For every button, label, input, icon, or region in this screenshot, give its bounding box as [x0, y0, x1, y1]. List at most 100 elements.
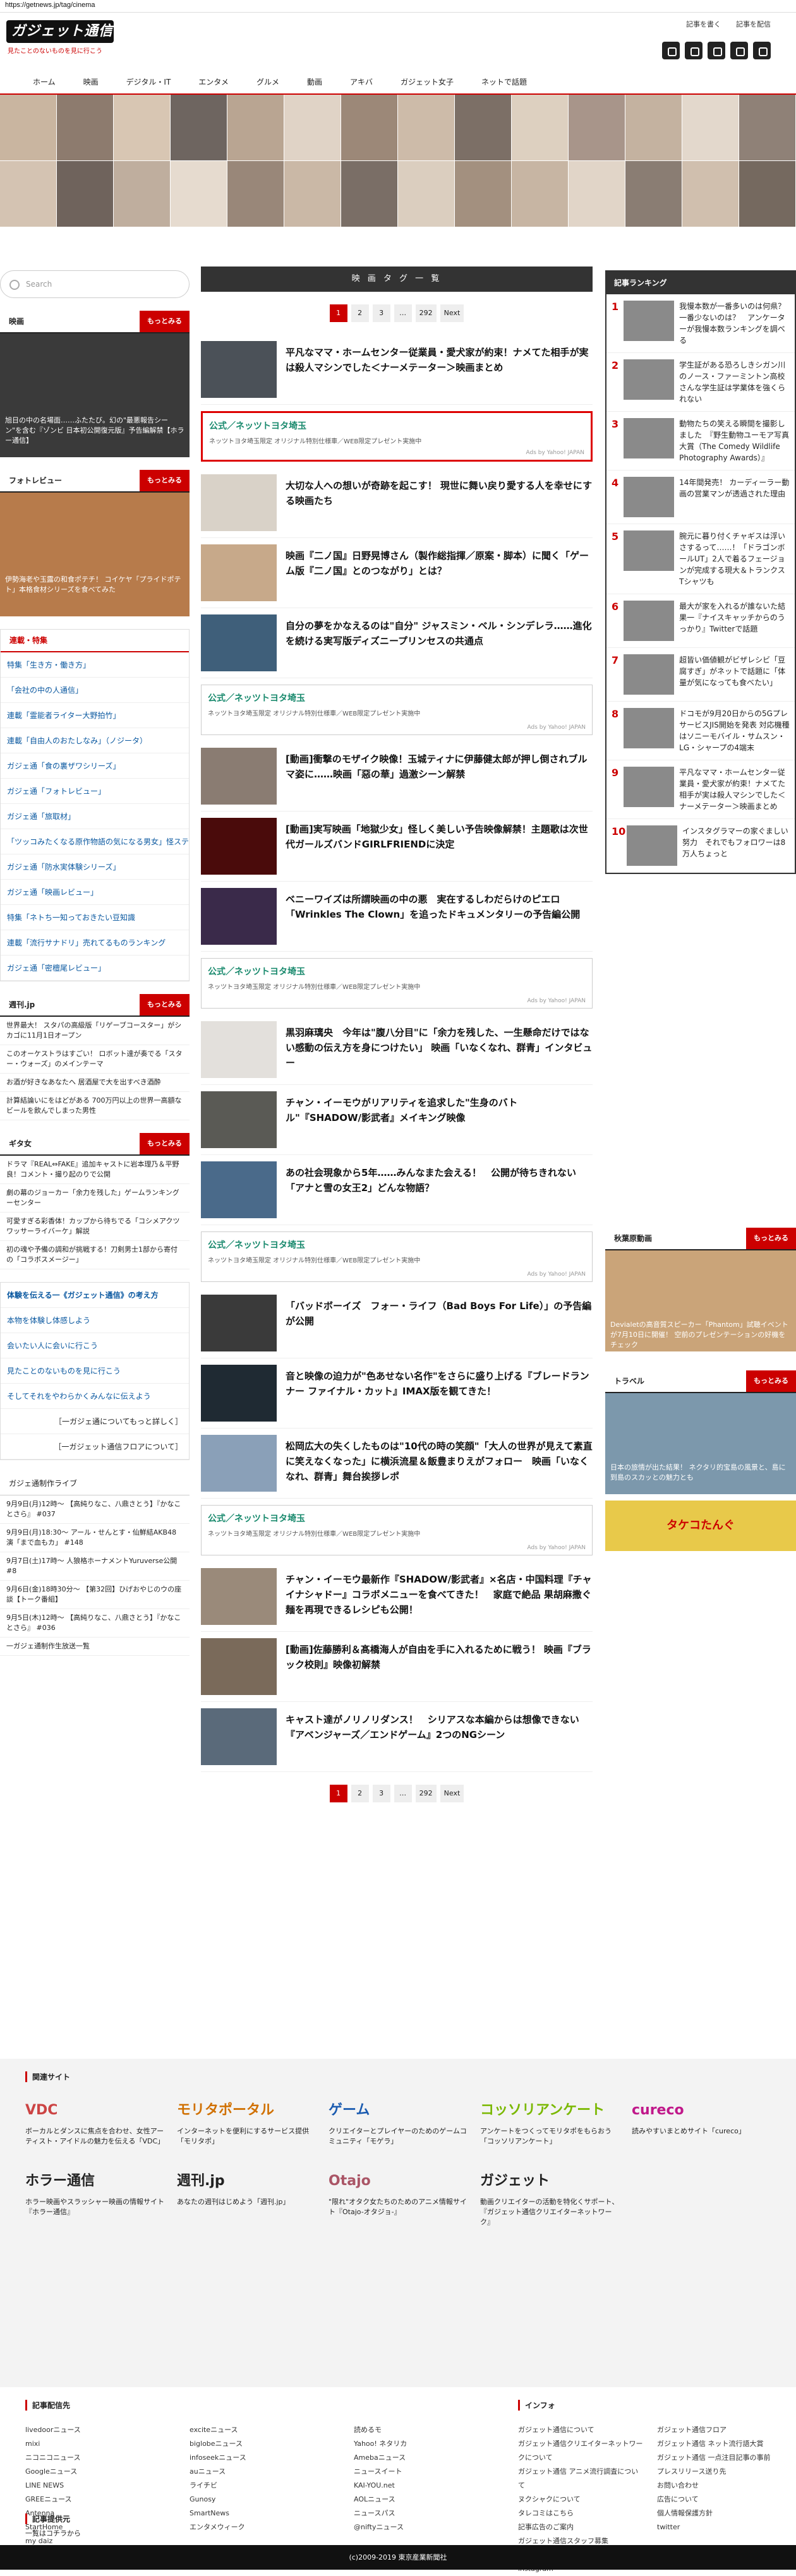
url-bar[interactable]: https://getnews.jp/tag/cinema	[0, 0, 796, 13]
otajo-more-button[interactable]: もっとみる	[140, 1133, 190, 1154]
series-item[interactable]: ガジェ通「フォトレビュー」	[1, 779, 189, 804]
dist-link[interactable]: ニュースパス	[354, 2507, 480, 2520]
live-item[interactable]: 9月5日(木)12時〜 【高純りなこ、八鼎さとう】『かなことさら』 #036	[0, 1609, 190, 1638]
search-input[interactable]: Search	[0, 270, 190, 298]
nav-gadget-girls[interactable]: ガジェット女子	[387, 69, 467, 93]
instagram-icon[interactable]	[662, 42, 680, 59]
series-item[interactable]: 連載「流行サナドリ」売れてるものランキング	[1, 930, 189, 956]
series-item[interactable]: 「会社の中の人通信」	[1, 678, 189, 703]
series-item[interactable]: ガジェ通「密檀尾レビュー」	[1, 956, 189, 981]
provider-link[interactable]: 一覧はコチラから	[25, 2528, 81, 2538]
nav-home[interactable]: ホーム	[19, 69, 69, 93]
related-site[interactable]: コッソリアンケート アンケートをつくってモリタポをもらおう「コッソリアンケート」	[480, 2095, 619, 2147]
weekly-item[interactable]: お酒が好きなあなたへ 居酒屋で大を出すべき酒酔	[0, 1074, 190, 1092]
related-site[interactable]: VDC ボーカルとダンスに焦点を合わせ、女性アーティスト・アイドルの魅力を伝える「…	[25, 2095, 164, 2147]
about-link[interactable]: 体験を伝える一《ガジェット通信》の考え方	[1, 1283, 189, 1308]
ranking-item[interactable]: 5 腕元に暮り付くチャギスは浮いさするって……！「ドラゴンボールUT」2人で着るフ…	[606, 524, 795, 594]
info-link[interactable]: twitter	[657, 2520, 771, 2534]
youtube-icon[interactable]	[685, 42, 703, 59]
dist-link[interactable]: biglobeニュース	[190, 2437, 329, 2451]
nav-video[interactable]: 動画	[293, 69, 336, 93]
about-link[interactable]: 見たことのないものを見に行こう	[1, 1358, 189, 1384]
info-link[interactable]: タレコミはこちら	[518, 2507, 644, 2520]
ranking-item[interactable]: 7 超皆い価値観がビザレシビ「豆腐すぎ」がネットで話題に「体量が気になっても食べた…	[606, 648, 795, 702]
otajo-item[interactable]: 初の魂や予備の調和が挑戦する！刀剣男士1部から寄付の「コラボスメージー」	[0, 1241, 190, 1269]
ranking-item[interactable]: 10 インスタグラマーの家ぐましい努力 それでもフォロワーは8万人ちょっと	[606, 819, 795, 873]
article-item[interactable]: あの社会現象から5年……みんなまた会える！ 公開が待ちきれない「アナと雪の女王2…	[201, 1155, 593, 1225]
dist-link[interactable]: AOLニュース	[354, 2493, 480, 2507]
related-site[interactable]: モリタポータル インターネットを便利にするサービス提供「モリタポ」	[177, 2095, 316, 2147]
article-item[interactable]: [動画]実写映画「地獄少女」怪しく美しい予告映像解禁！主題歌は次世代ガールズバン…	[201, 812, 593, 882]
info-link[interactable]: ガジェット通信 一点注目記事の事前	[657, 2451, 771, 2465]
page-next[interactable]: Next	[440, 304, 464, 322]
dist-link[interactable]: Googleニュース	[25, 2465, 164, 2479]
series-item[interactable]: ガジェ通「食の裏ザワシリーズ」	[1, 753, 189, 779]
page-last[interactable]: 292	[415, 304, 437, 322]
series-item[interactable]: 特集「ネトち一知っておきたい豆知識	[1, 905, 189, 930]
about-link[interactable]: そしてそれをやわらかくみんなに伝えよう	[1, 1384, 189, 1409]
ranking-item[interactable]: 4 14年間発売！ カーディーラー動画の営業マンが透過された理由	[606, 470, 795, 524]
sponsored-ad[interactable]: 公式／ネッツトヨタ埼玉 ネッツトヨタ埼玉限定 オリジナル特別仕様車／WEB限定プレ…	[201, 1505, 593, 1555]
page-last[interactable]: 292	[415, 1785, 437, 1802]
sponsored-ad[interactable]: 公式／ネッツトヨタ埼玉 ネッツトヨタ埼玉限定 オリジナル特別仕様車／WEB限定プレ…	[201, 411, 593, 462]
ranking-item[interactable]: 2 学生証がある恐ろしきシガン川のノース・ファーミントン高校 さんな学生証は学業体…	[606, 353, 795, 412]
about-link[interactable]: ［一ガジェット通信フロアについて］	[1, 1434, 189, 1459]
dist-link[interactable]: ニコニコニュース	[25, 2451, 164, 2465]
dist-link[interactable]: エンタメウィーク	[190, 2520, 329, 2534]
otajo-item[interactable]: ドラマ『REAL⇔FAKE』追加キャストに岩本理乃＆平野良！コメント・撮り起のり…	[0, 1156, 190, 1184]
dist-link[interactable]: GREEニュース	[25, 2493, 164, 2507]
weekly-item[interactable]: このオーケストラはすごい！ ロボット達が奏でる「スター・ウォーズ」のメインテーマ	[0, 1045, 190, 1074]
live-item[interactable]: 9月9日(月)18:30〜 アール・せんとす・仙鮮結AKB48演「まで血もカ」 …	[0, 1524, 190, 1552]
ranking-item[interactable]: 8 ドコモが9月20日からの5GプレサービスJIS開始を発表 対応機種はソニーモバ…	[606, 702, 795, 760]
series-item[interactable]: 連載「霊能者ライター大野拍竹」	[1, 703, 189, 728]
ranking-item[interactable]: 3 動物たちの笑える瞬間を撮影しました 『野生動物ユーモア写真大賞（The Com…	[606, 412, 795, 470]
article-item[interactable]: キャスト達がノリノリダンス！ シリアスな本編からは想像できない『アベンジャーズ／…	[201, 1702, 593, 1772]
weekly-more-button[interactable]: もっとみる	[140, 994, 190, 1015]
about-link[interactable]: 本物を体験し体感しよう	[1, 1308, 189, 1333]
akiba-feature[interactable]: Devialetの高音質スピーカー「Phantom」試聴イベントが7月10日に開…	[605, 1250, 796, 1351]
dist-link[interactable]: exciteニュース	[190, 2423, 329, 2437]
series-item[interactable]: 特集「生き方・働き方」	[1, 652, 189, 678]
series-item[interactable]: ガジェ通「旅取材」	[1, 804, 189, 829]
article-item[interactable]: 松岡広大の失くしたものは"10代の時の笑顔"「大人の世界が見えて素直に笑えなくな…	[201, 1429, 593, 1499]
live-item[interactable]: 9月9日(月)12時〜 【高純りなこ、八鼎さとう】『かなことさら』 #037	[0, 1495, 190, 1524]
info-link[interactable]: 広告について	[657, 2493, 771, 2507]
about-link[interactable]: ［一ガジェ通についてもっと詳しく］	[1, 1409, 189, 1434]
travel-feature[interactable]: 日本の旅情が出た結果！ ネクタリ的宝島の風景と、島に到島のスカッとの魅力とも	[605, 1393, 796, 1494]
series-item[interactable]: 連載「自由人のおたしなみ」（ノジータ）	[1, 728, 189, 753]
page-next[interactable]: Next	[440, 1785, 464, 1802]
info-link[interactable]: ガジェット通信クリエイターネットワークについて	[518, 2437, 644, 2465]
sponsored-ad[interactable]: 公式／ネッツトヨタ埼玉 ネッツトヨタ埼玉限定 オリジナル特別仕様車／WEB限定プレ…	[201, 958, 593, 1009]
nav-movie[interactable]: 映画	[69, 69, 112, 93]
article-item[interactable]: 音と映像の迫力が"色あせない名作"をさらに盛り上げる『ブレードランナー ファイナ…	[201, 1358, 593, 1429]
nav-gourmet[interactable]: グルメ	[243, 69, 293, 93]
info-link[interactable]: ガジェット通信 アニメ流行調査について	[518, 2465, 644, 2493]
dist-link[interactable]: Gunosy	[190, 2493, 329, 2507]
article-item[interactable]: [動画]佐藤勝利＆髙橋海人が自由を手に入れるために戦う！ 映画『ブラック校則』映…	[201, 1632, 593, 1702]
article-item[interactable]: 平凡なママ・ホームセンター従業員・愛犬家が約束！ナメてた相手が実は殺人マシンでし…	[201, 335, 593, 405]
dist-link[interactable]: auニュース	[190, 2465, 329, 2479]
ranking-item[interactable]: 1 我慢本数が一番多いのは何県？ 一番少ないのは？ アンケーターが我慢本数ランキン…	[606, 294, 795, 353]
dist-link[interactable]: LINE NEWS	[25, 2479, 164, 2493]
ranking-item[interactable]: 6 最大が家を入れるが誰ないた結果一『ナイスキャッチからのうっかり』Twitter…	[606, 594, 795, 648]
travel-more-button[interactable]: もっとみる	[746, 1370, 796, 1392]
dist-link[interactable]: livedoorニュース	[25, 2423, 164, 2437]
movie-feature[interactable]: 旭日の中の名場面……ふたたび。幻の"最悪報告シーン"を含む『ゾンビ 日本初公開復…	[0, 333, 190, 457]
ranking-item[interactable]: 9 平凡なママ・ホームセンター従業員・愛犬家が約束！ナメてた相手が実は殺人マシンで…	[606, 760, 795, 819]
weekly-item[interactable]: 世界最大！ スタパの高級版「リゲーブコースター」がシカゴに11月1日オープン	[0, 1017, 190, 1045]
article-item[interactable]: チャン・イーモウ最新作『SHADOW/影武者』×名店・中国料理『チャイナシャドー…	[201, 1562, 593, 1632]
live-item[interactable]: 9月7日(土)17時〜 人狼格ホーナメントYuruverse公開 #8	[0, 1552, 190, 1581]
sponsored-ad[interactable]: 公式／ネッツトヨタ埼玉 ネッツトヨタ埼玉限定 オリジナル特別仕様車／WEB限定プレ…	[201, 685, 593, 735]
page-2[interactable]: 2	[351, 1785, 369, 1802]
nav-entame[interactable]: エンタメ	[184, 69, 243, 93]
article-item[interactable]: ベニーワイズは所謂映画の中の悪 実在するしわだらけのピエロ「Wrinkles T…	[201, 882, 593, 952]
series-item[interactable]: 「ツッコみたくなる原作物語の気になる男女」怪ステマイ	[1, 829, 189, 854]
dist-link[interactable]: @niftyニュース	[354, 2520, 480, 2534]
dist-link[interactable]: SmartNews	[190, 2507, 329, 2520]
sponsored-ad[interactable]: 公式／ネッツトヨタ埼玉 ネッツトヨタ埼玉限定 オリジナル特別仕様車／WEB限定プレ…	[201, 1231, 593, 1282]
rss-icon[interactable]	[753, 42, 771, 59]
nav-akiba[interactable]: アキバ	[336, 69, 387, 93]
otajo-item[interactable]: 可愛すぎる彩香体！カップから待ちでる「コシメアクツワッサーライバーケ」解説	[0, 1213, 190, 1241]
nav-digital[interactable]: デジタル・IT	[112, 69, 185, 93]
dist-link[interactable]: Amebaニュース	[354, 2451, 480, 2465]
